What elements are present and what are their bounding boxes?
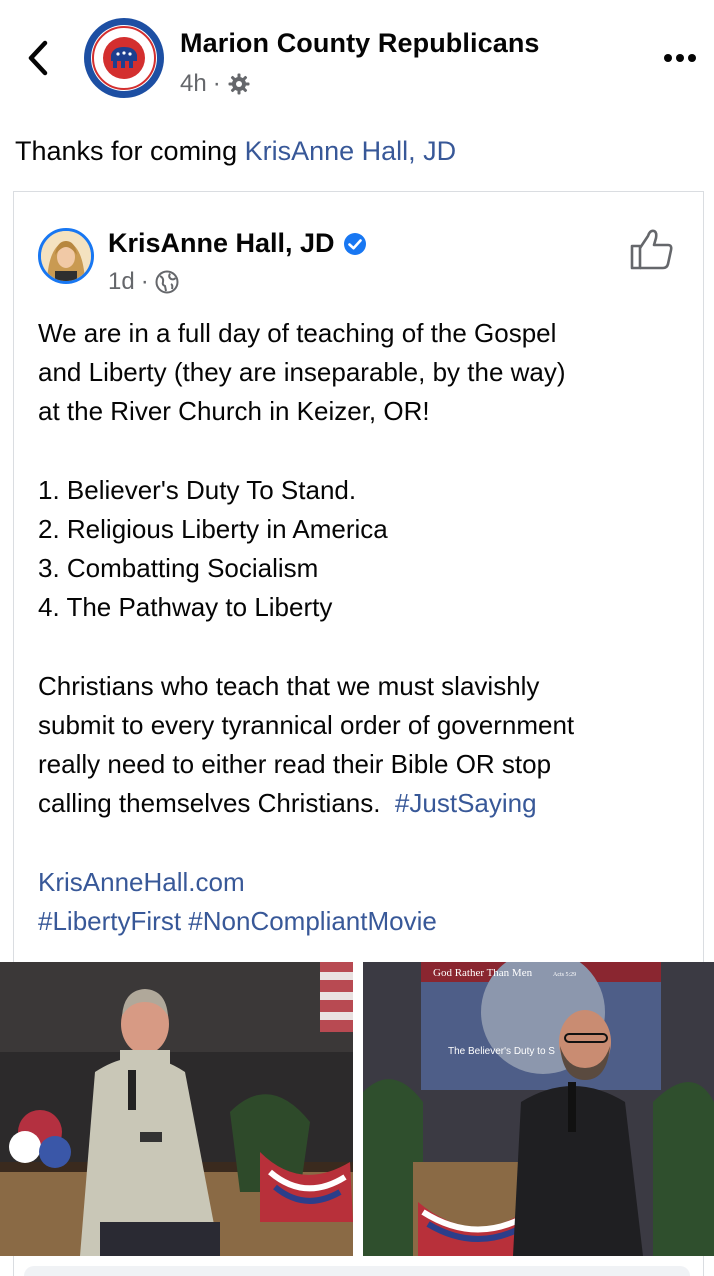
chevron-left-icon [28, 40, 48, 76]
post-meta: 4h · [180, 70, 251, 98]
caption-text: Thanks for coming [15, 136, 245, 166]
hashtag-libertyfirst[interactable]: #LibertyFirst [38, 906, 181, 936]
list-item: 2. Religious Liberty in America [38, 514, 388, 544]
meta-separator: · [140, 268, 149, 295]
post-time[interactable]: 4h [180, 70, 207, 98]
author-portrait [41, 231, 91, 281]
globe-icon[interactable] [155, 270, 179, 294]
photo-grid: God Rather Than Men Acts 5:29 The Believ… [0, 962, 714, 1256]
republican-logo [92, 26, 156, 90]
thumbs-up-icon [630, 229, 673, 270]
post-body: We are in a full day of teaching of the … [38, 314, 688, 941]
back-button[interactable] [18, 38, 58, 78]
meta-separator: · [212, 70, 221, 97]
list-item: 3. Combatting Socialism [38, 553, 319, 584]
body-line-with-hashtag: calling themselves Christians. #JustSayi… [38, 784, 688, 823]
mention-link[interactable]: KrisAnne Hall, JD [245, 136, 457, 166]
slide-subtitle: The Believer's Duty to S [448, 1046, 555, 1057]
slide-title: God Rather Than Men [433, 967, 533, 979]
body-line: really need to either read their Bible O… [38, 749, 552, 780]
photo-image: God Rather Than Men Acts 5:29 The Believ… [363, 962, 714, 1256]
comment-bar[interactable] [24, 1266, 690, 1276]
author-avatar[interactable] [38, 228, 94, 284]
gear-icon[interactable] [227, 72, 251, 96]
body-line: at the River Church in Keizer, OR! [38, 396, 430, 427]
author-name-row: KrisAnne Hall, JD [108, 228, 367, 259]
more-options-button[interactable] [660, 40, 700, 76]
page-name[interactable]: Marion County Republicans [180, 28, 540, 59]
website-link[interactable]: KrisAnneHall.com [38, 867, 245, 897]
post-header: Marion County Republicans 4h · [0, 0, 714, 120]
page-avatar[interactable] [84, 18, 164, 98]
hashtag-justsaying[interactable]: #JustSaying [395, 788, 537, 818]
body-line: We are in a full day of teaching of the … [38, 318, 557, 348]
shared-post-meta: 1d · [108, 268, 179, 296]
list-item: 4. The Pathway to Liberty [38, 592, 333, 623]
verified-badge-icon [343, 232, 366, 255]
body-text: calling themselves Christians. [38, 788, 381, 819]
photo-speaker-1[interactable] [0, 962, 353, 1256]
shared-post-time[interactable]: 1d [108, 268, 135, 296]
like-button[interactable] [628, 226, 676, 274]
body-line: submit to every tyrannical order of gove… [38, 710, 575, 740]
list-item: 1. Believer's Duty To Stand. [38, 474, 357, 505]
photo-image [0, 962, 353, 1256]
body-line: and Liberty (they are inseparable, by th… [38, 357, 566, 388]
post-caption: Thanks for coming KrisAnne Hall, JD [15, 136, 456, 167]
slide-ref: Acts 5:29 [553, 972, 576, 978]
photo-speaker-2[interactable]: God Rather Than Men Acts 5:29 The Believ… [363, 962, 714, 1256]
hashtag-noncompliantmovie[interactable]: #NonCompliantMovie [188, 906, 437, 936]
author-name[interactable]: KrisAnne Hall, JD [108, 228, 335, 259]
more-horizontal-icon [664, 54, 696, 62]
body-line: Christians who teach that we must slavis… [38, 670, 540, 701]
